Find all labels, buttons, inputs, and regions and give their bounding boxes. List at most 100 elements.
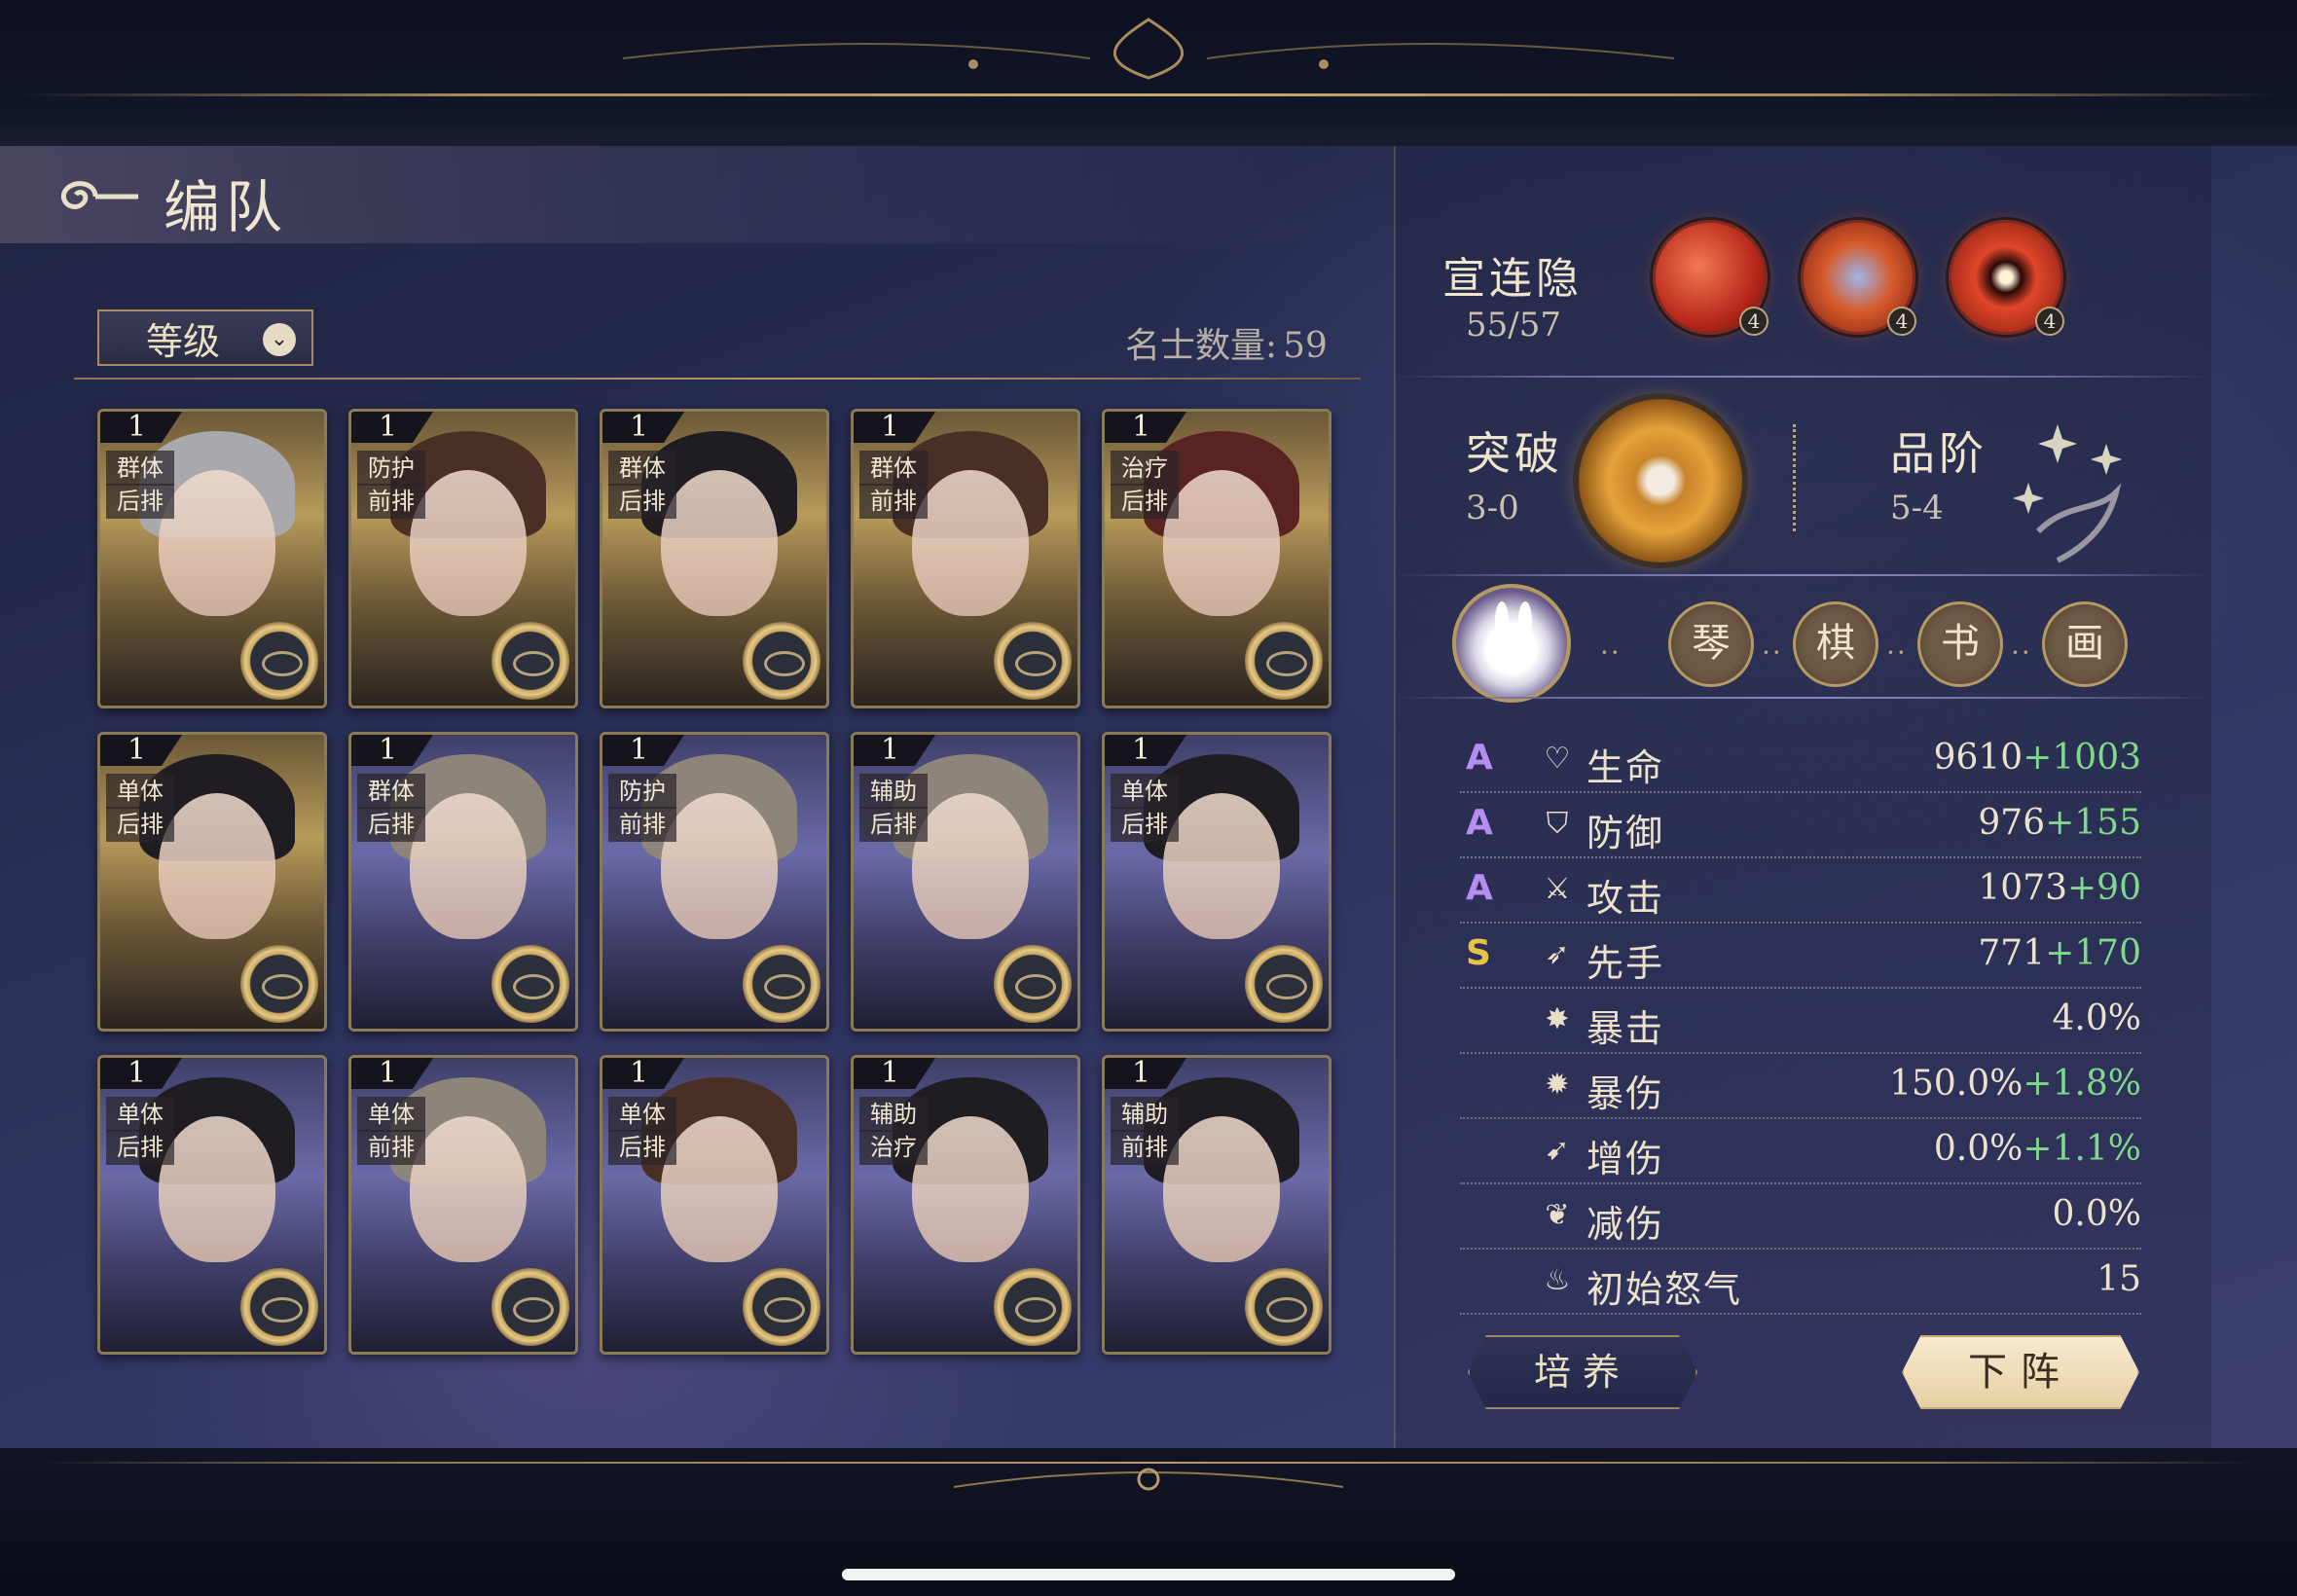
skill-3-icon[interactable]: 4: [1949, 220, 2064, 336]
stat-value: 0.0%: [2053, 1194, 2141, 1234]
bond-hua[interactable]: 画: [2042, 601, 2128, 687]
rank-emblem-icon[interactable]: [1999, 385, 2145, 570]
faction-emblem-icon: [492, 945, 569, 1023]
chevron-down-icon: ⌄: [263, 323, 296, 356]
hero-card-role-tag: 群体: [859, 451, 928, 486]
hero-card[interactable]: 1 防护 前排: [348, 409, 578, 708]
bunny-avatar-icon[interactable]: [1452, 584, 1571, 703]
faction-emblem-icon: [743, 945, 820, 1023]
bond-qin[interactable]: 琴: [1668, 601, 1754, 687]
stat-base: 0.0%: [1933, 1129, 2024, 1169]
portrait-face: [912, 470, 1029, 616]
sort-label: 等级: [146, 319, 221, 363]
stat-value: 15: [2096, 1259, 2141, 1299]
stat-base: 771: [1978, 933, 2046, 973]
roster-count-label: 名士数量:: [1125, 326, 1278, 366]
hero-card-role-tag: 辅助: [859, 1097, 928, 1132]
stat-grade: A: [1466, 868, 1493, 908]
sort-dropdown[interactable]: 等级 ⌄: [97, 309, 313, 366]
hero-card-position-tag: 后排: [608, 484, 676, 519]
train-button[interactable]: 培养: [1468, 1335, 1697, 1409]
bond-shu[interactable]: 书: [1917, 601, 2003, 687]
heart-icon: ♡: [1544, 742, 1571, 776]
dotted-separator: [1793, 424, 1797, 531]
portrait-face: [661, 470, 778, 616]
stat-name: 暴伤: [1586, 1072, 1665, 1115]
stat-base: 4.0%: [2052, 998, 2141, 1038]
bond-connector: ··: [2011, 636, 2032, 669]
home-indicator[interactable]: [842, 1569, 1455, 1580]
portrait-face: [661, 793, 778, 939]
stat-row: ✸ 暴击 4.0%: [1460, 989, 2141, 1054]
faction-emblem-icon: [743, 622, 820, 700]
hero-card-position-tag: 前排: [608, 807, 676, 842]
hero-card[interactable]: 1 单体 后排: [97, 1055, 327, 1355]
hero-card-role-tag: 治疗: [1111, 451, 1179, 486]
hero-card-position-tag: 前排: [1111, 1130, 1179, 1165]
page-title: 编队: [164, 174, 289, 240]
hero-card-role-tag: 辅助: [1111, 1097, 1179, 1132]
skill-3-level-badge: 4: [2035, 307, 2064, 336]
faction-emblem-icon: [994, 622, 1072, 700]
stat-name: 防御: [1586, 812, 1665, 854]
crit-damage-icon: ✹: [1545, 1068, 1570, 1102]
hero-card[interactable]: 1 群体 后排: [97, 409, 327, 708]
stat-value: 771+170: [1978, 933, 2141, 973]
hero-card-role-tag: 辅助: [859, 774, 928, 809]
faction-emblem-icon: [1245, 1268, 1323, 1346]
stat-grade: A: [1466, 738, 1493, 778]
hero-card[interactable]: 1 单体 后排: [600, 1055, 829, 1355]
stat-row: S ➶ 先手 771+170: [1460, 924, 2141, 989]
bond-connector: ··: [1600, 636, 1622, 669]
stat-name: 先手: [1586, 942, 1665, 985]
rank-label: 品阶: [1890, 427, 1987, 480]
skill-2-icon[interactable]: 4: [1801, 220, 1916, 336]
remove-from-team-button[interactable]: 下阵: [1902, 1335, 2139, 1409]
roster-grid: 1 群体 后排 1 防护 前排 1 群体 后排 1 群体 前排 1 治疗 后排 1 单体 后排 1 群体 后排 1 防护 前排…: [97, 409, 1343, 1362]
hero-card-position-tag: 前排: [357, 484, 425, 519]
hero-card-position-tag: 治疗: [859, 1130, 928, 1165]
faction-emblem-icon: [994, 945, 1072, 1023]
hero-level: 55/57: [1466, 306, 1561, 345]
crit-icon: ✸: [1545, 1002, 1570, 1036]
hero-card[interactable]: 1 群体 前排: [851, 409, 1080, 708]
lotus-ornament-icon: [622, 18, 1675, 80]
left-divider: [74, 378, 1361, 380]
hero-card[interactable]: 1 辅助 治疗: [851, 1055, 1080, 1355]
hero-card[interactable]: 1 单体 后排: [1102, 732, 1331, 1032]
roster-count: 名士数量: 59: [1119, 317, 1328, 368]
hero-card[interactable]: 1 群体 后排: [348, 732, 578, 1032]
portrait-face: [661, 1116, 778, 1262]
faction-emblem-icon: [240, 1268, 318, 1346]
faction-emblem-icon: [240, 945, 318, 1023]
faction-emblem-icon: [1245, 945, 1323, 1023]
back-swirl-icon[interactable]: [51, 171, 144, 222]
hero-card[interactable]: 1 单体 后排: [97, 732, 327, 1032]
hero-card-role-tag: 单体: [608, 1097, 676, 1132]
stat-base: 150.0%: [1889, 1064, 2024, 1104]
hero-card[interactable]: 1 单体 前排: [348, 1055, 578, 1355]
stat-row: ➹ 增伤 0.0%+1.1%: [1460, 1119, 2141, 1184]
portrait-face: [1163, 1116, 1280, 1262]
hero-card-position-tag: 后排: [608, 1130, 676, 1165]
hero-card-role-tag: 群体: [357, 774, 425, 809]
stat-base: 1073: [1978, 868, 2068, 908]
skill-1-icon[interactable]: 4: [1653, 220, 1768, 336]
hero-card[interactable]: 1 辅助 前排: [1102, 1055, 1331, 1355]
stat-base: 9610: [1933, 738, 2024, 778]
hero-card-role-tag: 单体: [106, 1097, 174, 1132]
portrait-face: [410, 1116, 527, 1262]
stat-row: A ♡ 生命 9610+1003: [1460, 728, 2141, 793]
stat-value: 1073+90: [1978, 868, 2141, 908]
hero-card[interactable]: 1 防护 前排: [600, 732, 829, 1032]
stat-value: 9610+1003: [1934, 738, 2141, 778]
hero-card[interactable]: 1 辅助 后排: [851, 732, 1080, 1032]
breakthrough-orb-icon[interactable]: [1579, 399, 1742, 562]
bond-qi[interactable]: 棋: [1793, 601, 1878, 687]
stat-bonus: +1.1%: [2023, 1129, 2141, 1169]
hero-card[interactable]: 1 治疗 后排: [1102, 409, 1331, 708]
portrait-face: [159, 470, 275, 616]
hero-card[interactable]: 1 群体 后排: [600, 409, 829, 708]
portrait-face: [912, 793, 1029, 939]
portrait-face: [1163, 470, 1280, 616]
